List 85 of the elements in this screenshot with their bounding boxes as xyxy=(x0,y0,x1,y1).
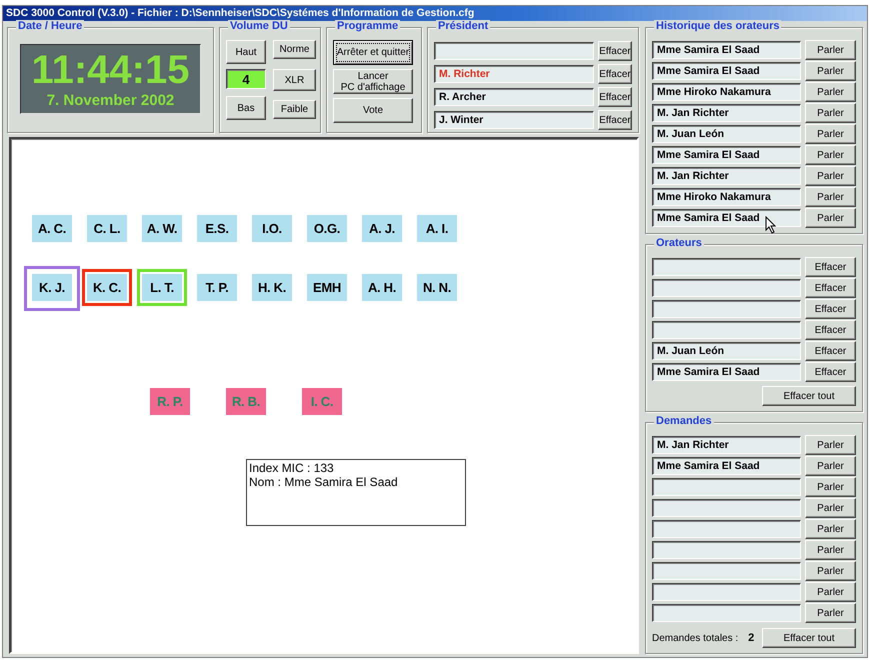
window-title: SDC 3000 Control (V.3.0) - Fichier : D:\Sennheiser\SDC\Systémes d'Information de Gestion.cfg xyxy=(3,6,867,21)
name-field: J. Winter xyxy=(434,111,594,129)
row-button[interactable]: Parler xyxy=(805,582,856,602)
group-title: Orateurs xyxy=(654,237,704,249)
name-field: Mme Samira El Saad xyxy=(652,146,801,164)
row-button[interactable]: Parler xyxy=(805,124,856,144)
name-field: Mme Hiroko Nakamura xyxy=(652,188,801,206)
volume-down-button[interactable]: Bas xyxy=(226,96,266,120)
volume-up-button[interactable]: Haut xyxy=(226,40,266,64)
row-button[interactable]: Parler xyxy=(805,145,856,165)
row-button[interactable]: Effacer xyxy=(598,110,632,130)
mic-tag[interactable]: K. C. xyxy=(87,274,127,301)
clock-date: 7. November 2002 xyxy=(46,92,174,108)
row-button[interactable]: Parler xyxy=(805,40,856,60)
row-button[interactable]: Effacer xyxy=(598,41,632,61)
group-title: Volume DU xyxy=(228,20,290,32)
name-field: Mme Samira El Saad xyxy=(652,363,801,381)
row-button[interactable]: Parler xyxy=(805,603,856,623)
row-button[interactable]: Parler xyxy=(805,540,856,560)
row-button[interactable]: Parler xyxy=(805,187,856,207)
mode-button[interactable]: Faible xyxy=(273,100,316,119)
mic-tag[interactable]: A. H. xyxy=(362,274,402,301)
total-count: 2 xyxy=(748,632,756,644)
group-title: Demandes xyxy=(654,415,714,427)
clear-all-button[interactable]: Effacer tout xyxy=(762,628,856,648)
name-field: M. Juan León xyxy=(652,125,801,143)
row-button[interactable]: Parler xyxy=(805,61,856,81)
mic-tag[interactable]: L. T. xyxy=(142,274,182,301)
name-field: Mme Samira El Saad xyxy=(652,457,801,475)
group-title: Date / Heure xyxy=(16,20,84,32)
total-label: Demandes totales : xyxy=(652,632,738,644)
row-button[interactable]: Effacer xyxy=(805,278,856,298)
name-field: Mme Samira El Saad xyxy=(652,209,801,227)
mic-tag[interactable]: A. I. xyxy=(417,215,457,242)
program-button[interactable]: Vote xyxy=(333,98,413,123)
name-field: M. Juan León xyxy=(652,342,801,360)
row-button[interactable]: Parler xyxy=(805,82,856,102)
clear-all-button[interactable]: Effacer tout xyxy=(762,386,856,406)
mic-tag[interactable]: T. P. xyxy=(197,274,237,301)
group-title: Programme xyxy=(335,20,400,32)
mic-tag[interactable]: H. K. xyxy=(252,274,292,301)
mode-button[interactable]: Norme xyxy=(273,40,316,59)
mic-tag[interactable]: I.O. xyxy=(252,215,292,242)
name-field: R. Archer xyxy=(434,88,594,106)
row-button[interactable]: Parler xyxy=(805,166,856,186)
mic-tag[interactable]: EMH xyxy=(307,274,347,301)
row-button[interactable]: Parler xyxy=(805,498,856,518)
volume-field: 4 xyxy=(226,69,266,89)
group-title: Historique des orateurs xyxy=(654,20,782,32)
row-button[interactable]: Parler xyxy=(805,208,856,228)
mic-tag[interactable]: A. J. xyxy=(362,215,402,242)
row-button[interactable]: Parler xyxy=(805,561,856,581)
row-button[interactable]: Effacer xyxy=(805,257,856,277)
name-field: Mme Hiroko Nakamura xyxy=(652,83,801,101)
name-field: M. Richter xyxy=(434,65,594,83)
row-button[interactable]: Parler xyxy=(805,519,856,539)
name-field: M. Jan Richter xyxy=(652,104,801,122)
clock-time: 11:44:15 xyxy=(32,50,190,90)
info-line: Index MIC : 133 xyxy=(249,461,335,475)
row-button[interactable]: Parler xyxy=(805,477,856,497)
row-button[interactable]: Effacer xyxy=(598,64,632,84)
row-button[interactable]: Effacer xyxy=(805,320,856,340)
program-button[interactable]: Arrêter et quitter xyxy=(333,40,413,65)
row-button[interactable]: Effacer xyxy=(598,87,632,107)
mode-button[interactable]: XLR xyxy=(273,69,316,91)
row-button[interactable]: Effacer xyxy=(805,299,856,319)
group-title: Président xyxy=(436,20,490,32)
row-button[interactable]: Parler xyxy=(805,435,856,455)
row-button[interactable]: Effacer xyxy=(805,362,856,382)
name-field: Mme Samira El Saad xyxy=(652,62,801,80)
mic-tag[interactable]: O.G. xyxy=(307,215,347,242)
name-field: Mme Samira El Saad xyxy=(652,41,801,59)
row-button[interactable]: Parler xyxy=(805,103,856,123)
mic-tag[interactable]: K. J. xyxy=(32,274,72,301)
name-field: M. Jan Richter xyxy=(652,167,801,185)
row-button[interactable]: Effacer xyxy=(805,341,856,361)
name-field: M. Jan Richter xyxy=(652,436,801,454)
mic-tag[interactable]: E.S. xyxy=(197,215,237,242)
mic-tag[interactable]: N. N. xyxy=(417,274,457,301)
mic-tag[interactable]: C. L. xyxy=(87,215,127,242)
mic-tag[interactable]: A. W. xyxy=(142,215,182,242)
info-line: Nom : Mme Samira El Saad xyxy=(249,475,399,489)
mic-tag[interactable]: A. C. xyxy=(32,215,72,242)
program-button[interactable]: Lancer PC d'affichage xyxy=(333,69,413,94)
row-button[interactable]: Parler xyxy=(805,456,856,476)
